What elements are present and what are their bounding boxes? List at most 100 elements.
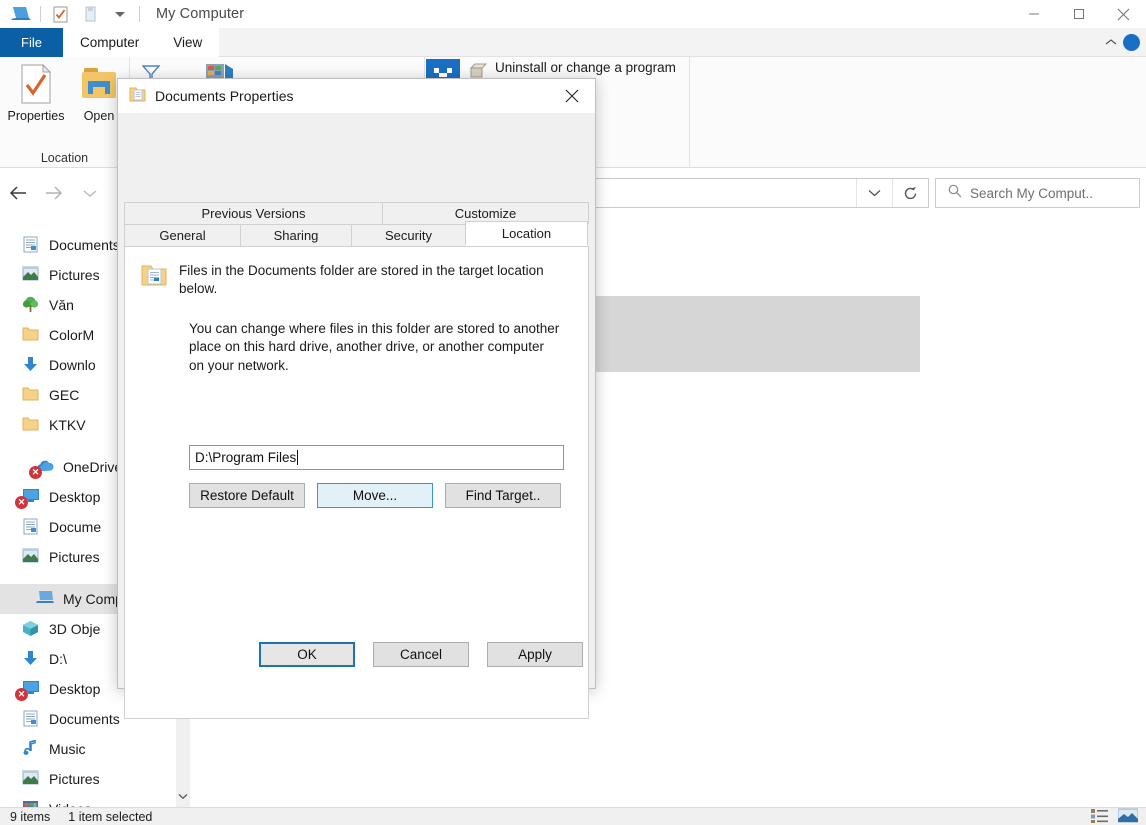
tab-general[interactable]: General	[124, 224, 241, 246]
ok-button[interactable]: OK	[259, 642, 355, 667]
dialog-footer: OK Cancel Apply	[118, 632, 595, 688]
folder-icon[interactable]	[75, 1, 105, 27]
tab-view[interactable]: View	[156, 28, 219, 57]
tab-security[interactable]: Security	[351, 224, 466, 246]
details-view-icon[interactable]	[1091, 808, 1108, 825]
ribbon-item-uninstall-label[interactable]: Uninstall or change a program	[495, 60, 676, 75]
find-target-button[interactable]: Find Target..	[445, 483, 561, 508]
error-badge-icon: ✕	[29, 466, 42, 479]
view-buttons	[1091, 808, 1138, 825]
desktop-icon: ✕	[22, 488, 40, 506]
desktop-icon: ✕	[22, 680, 40, 698]
folder-documents-icon	[141, 261, 167, 298]
search-icon	[948, 184, 962, 203]
sidebar-item-label: D:\	[49, 651, 67, 667]
move-button[interactable]: Move...	[317, 483, 433, 508]
dialog-title: Documents Properties	[155, 88, 294, 104]
documents-icon	[22, 236, 40, 254]
ribbon-button-properties-label: Properties	[8, 109, 65, 123]
status-selection: 1 item selected	[50, 810, 152, 824]
scroll-down-chevron-down-icon[interactable]	[176, 788, 190, 804]
search-placeholder: Search My Comput..	[970, 186, 1093, 201]
dialog-intro: Files in the Documents folder are stored…	[125, 247, 588, 298]
search-input[interactable]: Search My Comput..	[935, 178, 1140, 208]
ribbon-tab-strip: File Computer View	[0, 28, 1146, 57]
ribbon-right-controls	[1066, 28, 1146, 57]
sidebar-item-label: GEC	[49, 387, 79, 403]
documents-icon	[22, 518, 40, 536]
sidebar-item-label: Pictures	[49, 771, 100, 787]
documents-icon	[22, 710, 40, 728]
sidebar-item-label: My Comp	[63, 591, 123, 607]
ribbon-tab-filler	[219, 28, 1146, 57]
computer-icon	[36, 590, 54, 608]
dialog-paragraph: You can change where files in this folde…	[125, 298, 588, 375]
cancel-button[interactable]: Cancel	[373, 642, 469, 667]
chevron-up-icon[interactable]	[1105, 38, 1117, 46]
tree-icon	[22, 296, 40, 314]
apply-button[interactable]: Apply	[487, 642, 583, 667]
error-badge-icon: ✕	[15, 688, 28, 701]
music-icon	[22, 740, 40, 758]
large-icons-view-icon[interactable]	[1118, 808, 1138, 825]
sidebar-item-label: ColorM	[49, 327, 94, 343]
ribbon-group-location: Properties Open Location	[0, 57, 130, 168]
dialog-close-icon[interactable]	[549, 79, 595, 113]
close-icon[interactable]	[1101, 0, 1146, 28]
tab-file[interactable]: File	[0, 28, 63, 57]
dialog-body: Previous Versions Customize General Shar…	[118, 113, 595, 688]
back-arrow-icon[interactable]	[0, 176, 36, 210]
sidebar-item-label: Docume	[49, 519, 101, 535]
divider	[139, 6, 140, 22]
minimize-icon[interactable]	[1011, 0, 1056, 28]
sidebar-item-label: Văn	[49, 297, 74, 313]
refresh-icon[interactable]	[892, 179, 928, 207]
restore-default-button[interactable]: Restore Default	[189, 483, 305, 508]
sidebar-item-label: Pictures	[49, 549, 100, 565]
sidebar-item-videos[interactable]: Videos	[0, 794, 176, 807]
dialog-tab-row-2: General Sharing Security Location	[124, 224, 589, 246]
dialog-intro-text: Files in the Documents folder are stored…	[179, 261, 570, 298]
folder-icon	[22, 326, 40, 344]
folder-icon	[22, 416, 40, 434]
recent-locations-chevron-down-icon[interactable]	[72, 176, 108, 210]
tab-computer[interactable]: Computer	[63, 28, 156, 57]
explorer-icon[interactable]	[6, 1, 36, 27]
sidebar-item-label: KTKV	[49, 417, 86, 433]
forward-arrow-icon[interactable]	[36, 176, 72, 210]
dialog-title-bar: Documents Properties	[118, 79, 595, 113]
sidebar-item-label: Pictures	[49, 267, 100, 283]
sidebar-item-label: Music	[49, 741, 86, 757]
videos-icon	[22, 800, 40, 807]
sidebar-item-label: Documents	[49, 711, 120, 727]
text-caret	[297, 450, 298, 465]
pictures-icon	[22, 266, 40, 284]
tab-sharing[interactable]: Sharing	[240, 224, 352, 246]
tab-location[interactable]: Location	[465, 221, 588, 246]
documents-properties-dialog: Documents Properties Previous Versions C…	[117, 78, 596, 689]
ribbon-group-end	[690, 57, 1146, 168]
target-path-input[interactable]: D:\Program Files	[189, 445, 564, 470]
address-history-chevron-down-icon[interactable]	[856, 179, 892, 207]
status-item-count: 9 items	[0, 810, 50, 824]
properties-icon[interactable]	[45, 1, 75, 27]
status-bar: 9 items 1 item selected	[0, 807, 1146, 825]
window-controls	[1011, 0, 1146, 28]
file-explorer-window: My Computer File Computer View	[0, 0, 1146, 825]
sidebar-item-music[interactable]: Music	[0, 734, 176, 764]
pictures-icon	[22, 548, 40, 566]
sidebar-item-label: 3D Obje	[49, 621, 100, 637]
tab-previous-versions[interactable]: Previous Versions	[124, 202, 383, 224]
sidebar-item-pictures[interactable]: Pictures	[0, 764, 176, 794]
maximize-icon[interactable]	[1056, 0, 1101, 28]
quick-access-toolbar	[0, 1, 144, 27]
dropdown-icon[interactable]	[105, 1, 135, 27]
ribbon-button-properties[interactable]: Properties	[3, 63, 69, 123]
dialog-action-buttons: Restore Default Move... Find Target..	[189, 483, 561, 508]
help-icon[interactable]	[1123, 34, 1140, 51]
window-title: My Computer	[156, 6, 244, 22]
onedrive-icon: ✕	[36, 458, 54, 476]
download-icon	[22, 650, 40, 668]
sidebar-item-label: Desktop	[49, 681, 100, 697]
dialog-footer-buttons: OK Cancel Apply	[259, 642, 583, 667]
